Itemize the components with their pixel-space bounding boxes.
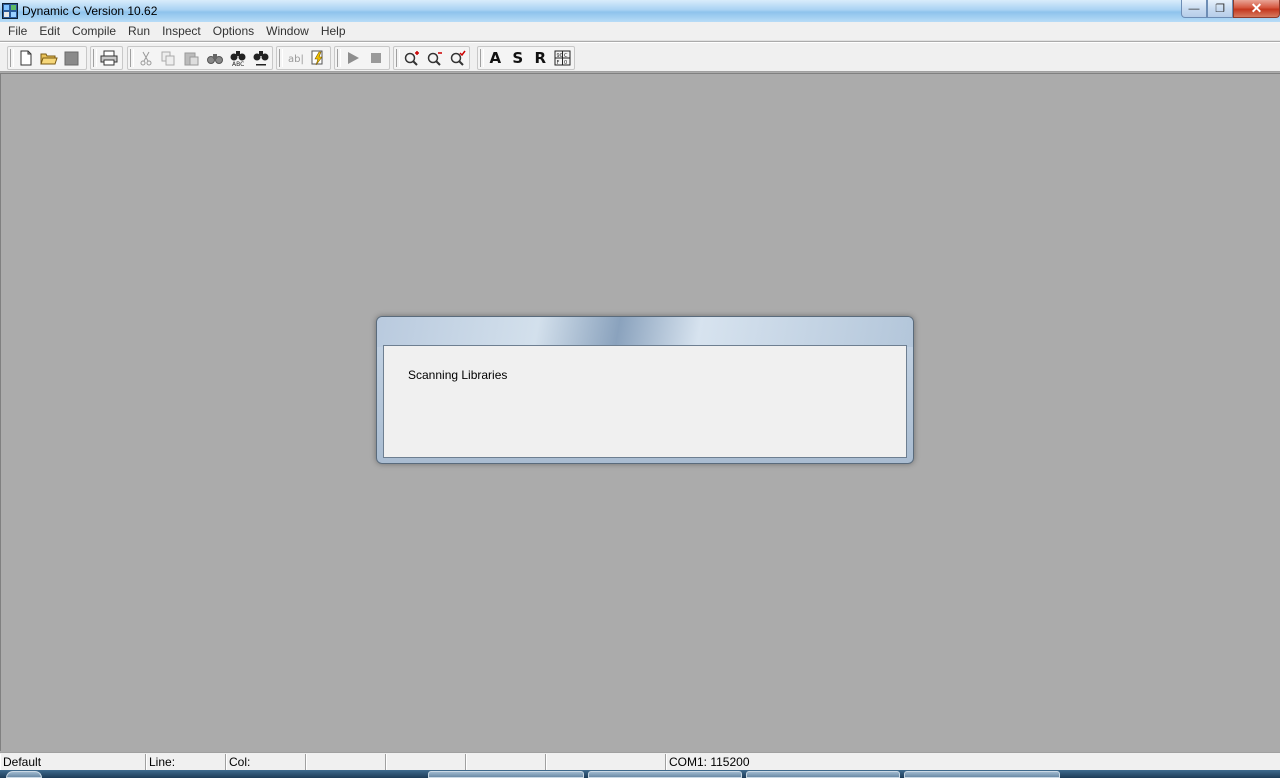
run-button[interactable] [341,47,364,69]
replace-button[interactable] [249,47,272,69]
spell-button[interactable]: ab| [283,47,306,69]
svg-text:0: 0 [564,60,567,66]
cut-icon [140,51,151,65]
compile-button[interactable] [306,47,329,69]
status-bar: Default Line: Col: COM1: 115200 [0,752,1280,770]
menu-bar: File Edit Compile Run Inspect Options Wi… [0,22,1280,41]
dialog-message: Scanning Libraries [408,368,508,382]
toolbar: ABC ab| A S R 90 C F 0 [0,42,1280,72]
cut-button[interactable] [134,47,157,69]
menu-run[interactable]: Run [122,22,156,41]
toolbar-print-group [90,46,123,70]
menu-help[interactable]: Help [315,22,352,41]
taskbar-item-4[interactable] [904,771,1060,778]
paste-icon [184,52,199,65]
run-icon [347,52,359,64]
find-button[interactable] [203,47,226,69]
svg-text:90: 90 [557,53,563,59]
menu-options[interactable]: Options [207,22,260,41]
status-col: Col: [226,754,306,770]
toolbar-run-group [334,46,390,70]
zoom-out-icon [427,52,442,66]
toolbar-edit-group: ABC [127,46,273,70]
menu-edit[interactable]: Edit [33,22,66,41]
menu-window[interactable]: Window [260,22,315,41]
toolbar-view-group: A S R 90 C F 0 [477,46,575,70]
stop-icon [370,53,381,63]
zoom-check-icon [450,50,466,66]
new-file-button[interactable] [14,47,37,69]
dialog-title-bar[interactable] [377,317,913,347]
zoom-check-button[interactable] [446,47,469,69]
start-button[interactable] [6,771,42,778]
menu-file[interactable]: File [2,22,33,41]
zoom-in-icon [404,51,419,66]
status-mode: Default [0,754,146,770]
taskbar-item-1[interactable] [428,771,584,778]
svg-text:ab|: ab| [288,54,303,65]
taskbar [0,770,1280,778]
registers-letter: R [534,49,547,67]
zoom-out-button[interactable] [423,47,446,69]
stack-view-button[interactable]: S [507,47,530,69]
zoom-in-button[interactable] [400,47,423,69]
memory-dump-icon: 90 CF 0 [554,50,571,66]
open-folder-icon [39,53,58,64]
save-button[interactable] [60,47,83,69]
save-icon [64,51,79,65]
compile-lightning-icon [311,50,323,66]
new-file-icon [20,50,31,66]
taskbar-item-2[interactable] [588,771,742,778]
close-button[interactable]: ✕ [1233,0,1280,18]
menu-inspect[interactable]: Inspect [156,22,207,41]
toolbar-zoom-group [393,46,470,70]
toolbar-file-group [7,46,87,70]
assembly-letter: A [489,49,502,67]
find-icon [206,54,223,64]
paste-button[interactable] [180,47,203,69]
menu-compile[interactable]: Compile [66,22,122,41]
copy-button[interactable] [157,47,180,69]
status-pane-empty-1 [306,754,386,770]
status-line: Line: [146,754,226,770]
copy-icon [161,51,175,65]
find-next-icon: ABC [230,51,245,66]
scanning-dialog[interactable]: Scanning Libraries [376,316,914,464]
minimize-button[interactable]: — [1181,0,1207,18]
status-pane-empty-2 [386,754,466,770]
window-controls: — ❐ ✕ [1181,0,1280,20]
stop-button[interactable] [364,47,387,69]
memory-dump-button[interactable]: 90 C F 0 [552,47,575,69]
dialog-body: Scanning Libraries [383,345,907,458]
spell-icon: ab| [288,54,303,65]
print-icon [100,50,117,66]
replace-icon [253,51,268,66]
stack-letter: S [512,49,524,67]
svg-text:C: C [564,53,568,59]
restore-button[interactable]: ❐ [1207,0,1233,18]
dynamic-c-app-icon[interactable] [2,3,18,19]
open-button[interactable] [37,47,60,69]
assembly-view-button[interactable]: A [484,47,507,69]
status-pane-empty-4 [546,754,666,770]
print-button[interactable] [97,47,120,69]
window-title: Dynamic C Version 10.62 [22,4,158,18]
title-bar[interactable]: Dynamic C Version 10.62 — ❐ ✕ [0,0,1280,22]
svg-text:ABC: ABC [232,61,244,66]
toolbar-compile-group: ab| [276,46,331,70]
svg-text:F: F [557,60,560,66]
registers-view-button[interactable]: R [529,47,552,69]
status-pane-empty-3 [466,754,546,770]
find-next-button[interactable]: ABC [226,47,249,69]
taskbar-item-3[interactable] [746,771,900,778]
status-com-port: COM1: 115200 [666,754,1280,770]
